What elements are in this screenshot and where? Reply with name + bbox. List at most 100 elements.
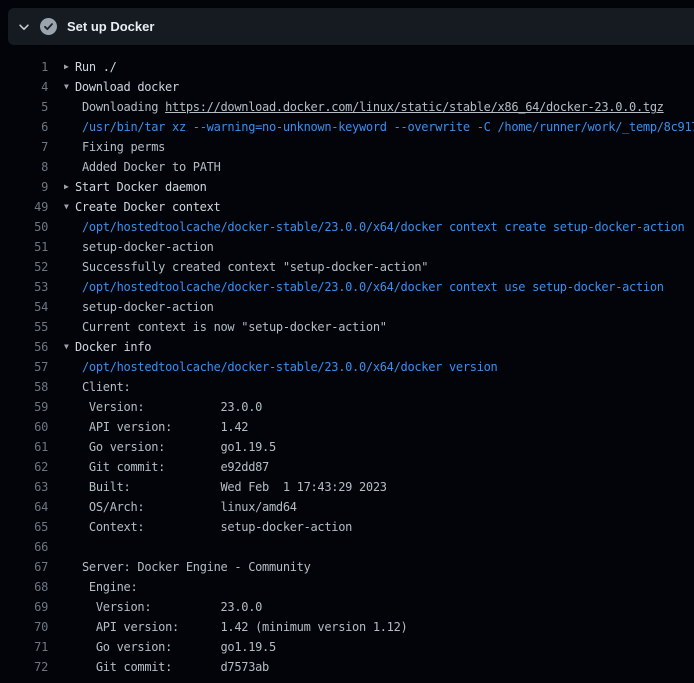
line-number[interactable]: 8 [0, 160, 48, 174]
log-group-toggle[interactable]: ▼Docker info [48, 337, 151, 357]
check-circle-icon [40, 18, 57, 35]
log-text: Git commit: d7573ab [48, 660, 269, 674]
log-row: 60 API version: 1.42 [0, 417, 694, 437]
log-text: Go version: go1.19.5 [48, 640, 276, 654]
triangle-right-icon: ▶ [64, 177, 75, 197]
line-number[interactable]: 52 [0, 260, 48, 274]
log-group-toggle[interactable]: ▶Start Docker daemon [48, 177, 207, 197]
log-text: Version: 23.0.0 [48, 600, 262, 614]
log-text: Fixing perms [48, 140, 165, 154]
log-row: 9▶Start Docker daemon [0, 177, 694, 197]
log-row: 72 Git commit: d7573ab [0, 657, 694, 677]
log-row: 5Downloading https://download.docker.com… [0, 97, 694, 117]
log-row: 63 Built: Wed Feb 1 17:43:29 2023 [0, 477, 694, 497]
line-number[interactable]: 62 [0, 460, 48, 474]
log-row: 62 Git commit: e92dd87 [0, 457, 694, 477]
log-row: 68 Engine: [0, 577, 694, 597]
line-number[interactable]: 49 [0, 200, 48, 214]
log-text: Server: Docker Engine - Community [48, 560, 311, 574]
line-number[interactable]: 1 [0, 60, 48, 74]
log-row: 52Successfully created context "setup-do… [0, 257, 694, 277]
log-row: 70 API version: 1.42 (minimum version 1.… [0, 617, 694, 637]
line-number[interactable]: 51 [0, 240, 48, 254]
triangle-down-icon: ▼ [64, 77, 75, 97]
triangle-down-icon: ▼ [64, 337, 75, 357]
line-number[interactable]: 56 [0, 340, 48, 354]
log-row: 57/opt/hostedtoolcache/docker-stable/23.… [0, 357, 694, 377]
line-number[interactable]: 57 [0, 360, 48, 374]
log-text: Go version: go1.19.5 [48, 440, 276, 454]
log-group-toggle[interactable]: ▶Run ./ [48, 57, 117, 77]
log-row: 56▼Docker info [0, 337, 694, 357]
log-text: setup-docker-action [48, 300, 214, 314]
log-command: /usr/bin/tar xz --warning=no-unknown-key… [48, 120, 694, 134]
log-text: Context: setup-docker-action [48, 520, 352, 534]
chevron-down-icon[interactable] [17, 20, 31, 34]
log-row: 4▼Download docker [0, 77, 694, 97]
line-number[interactable]: 6 [0, 120, 48, 134]
line-number[interactable]: 68 [0, 580, 48, 594]
log-row: 8Added Docker to PATH [0, 157, 694, 177]
log-group-toggle[interactable]: ▼Create Docker context [48, 197, 220, 217]
log-row: 69 Version: 23.0.0 [0, 597, 694, 617]
log-text: setup-docker-action [48, 240, 214, 254]
line-number[interactable]: 65 [0, 520, 48, 534]
log-row: 71 Go version: go1.19.5 [0, 637, 694, 657]
group-title: Download docker [75, 80, 179, 94]
line-number[interactable]: 53 [0, 280, 48, 294]
line-number[interactable]: 7 [0, 140, 48, 154]
log-row: 49▼Create Docker context [0, 197, 694, 217]
log-text: Engine: [48, 580, 137, 594]
group-title: Create Docker context [75, 200, 220, 214]
line-number[interactable]: 55 [0, 320, 48, 334]
log-row: 64 OS/Arch: linux/amd64 [0, 497, 694, 517]
log-text: OS/Arch: linux/amd64 [48, 500, 297, 514]
log-text-line: Downloading https://download.docker.com/… [48, 100, 664, 114]
log-group-toggle[interactable]: ▼Download docker [48, 77, 179, 97]
line-number[interactable]: 72 [0, 660, 48, 674]
log-row: 55Current context is now "setup-docker-a… [0, 317, 694, 337]
line-number[interactable]: 50 [0, 220, 48, 234]
log-text: Built: Wed Feb 1 17:43:29 2023 [48, 480, 387, 494]
log-row: 1▶Run ./ [0, 57, 694, 77]
line-number[interactable]: 64 [0, 500, 48, 514]
line-number[interactable]: 9 [0, 180, 48, 194]
group-title: Docker info [75, 340, 151, 354]
line-number[interactable]: 61 [0, 440, 48, 454]
group-title: Run ./ [75, 60, 117, 74]
line-number[interactable]: 63 [0, 480, 48, 494]
line-number[interactable]: 60 [0, 420, 48, 434]
line-number[interactable]: 66 [0, 540, 48, 554]
log-text: Version: 23.0.0 [48, 400, 262, 414]
line-number[interactable]: 67 [0, 560, 48, 574]
log-row: 58Client: [0, 377, 694, 397]
line-number[interactable]: 69 [0, 600, 48, 614]
line-number[interactable]: 54 [0, 300, 48, 314]
line-number[interactable]: 71 [0, 640, 48, 654]
group-title: Start Docker daemon [75, 180, 207, 194]
line-number[interactable]: 5 [0, 100, 48, 114]
triangle-right-icon: ▶ [64, 57, 75, 77]
log-text: Downloading [82, 100, 165, 114]
log-row: 61 Go version: go1.19.5 [0, 437, 694, 457]
line-number[interactable]: 4 [0, 80, 48, 94]
log-text: Successfully created context "setup-dock… [48, 260, 428, 274]
log-row: 53/opt/hostedtoolcache/docker-stable/23.… [0, 277, 694, 297]
line-number[interactable]: 70 [0, 620, 48, 634]
log-command: /opt/hostedtoolcache/docker-stable/23.0.… [48, 280, 664, 294]
line-number[interactable]: 59 [0, 400, 48, 414]
log-row: 67Server: Docker Engine - Community [0, 557, 694, 577]
log-row: 7Fixing perms [0, 137, 694, 157]
step-title: Set up Docker [67, 19, 154, 34]
log-row: 59 Version: 23.0.0 [0, 397, 694, 417]
log-link[interactable]: https://download.docker.com/linux/static… [165, 100, 664, 114]
log-row: 6/usr/bin/tar xz --warning=no-unknown-ke… [0, 117, 694, 137]
log-row: 66 [0, 537, 694, 557]
step-header[interactable]: Set up Docker [8, 8, 694, 45]
log-command: /opt/hostedtoolcache/docker-stable/23.0.… [48, 220, 684, 234]
line-number[interactable]: 58 [0, 380, 48, 394]
log-text: Added Docker to PATH [48, 160, 221, 174]
log-row: 65 Context: setup-docker-action [0, 517, 694, 537]
log-text: Client: [48, 380, 130, 394]
log-text: Git commit: e92dd87 [48, 460, 269, 474]
